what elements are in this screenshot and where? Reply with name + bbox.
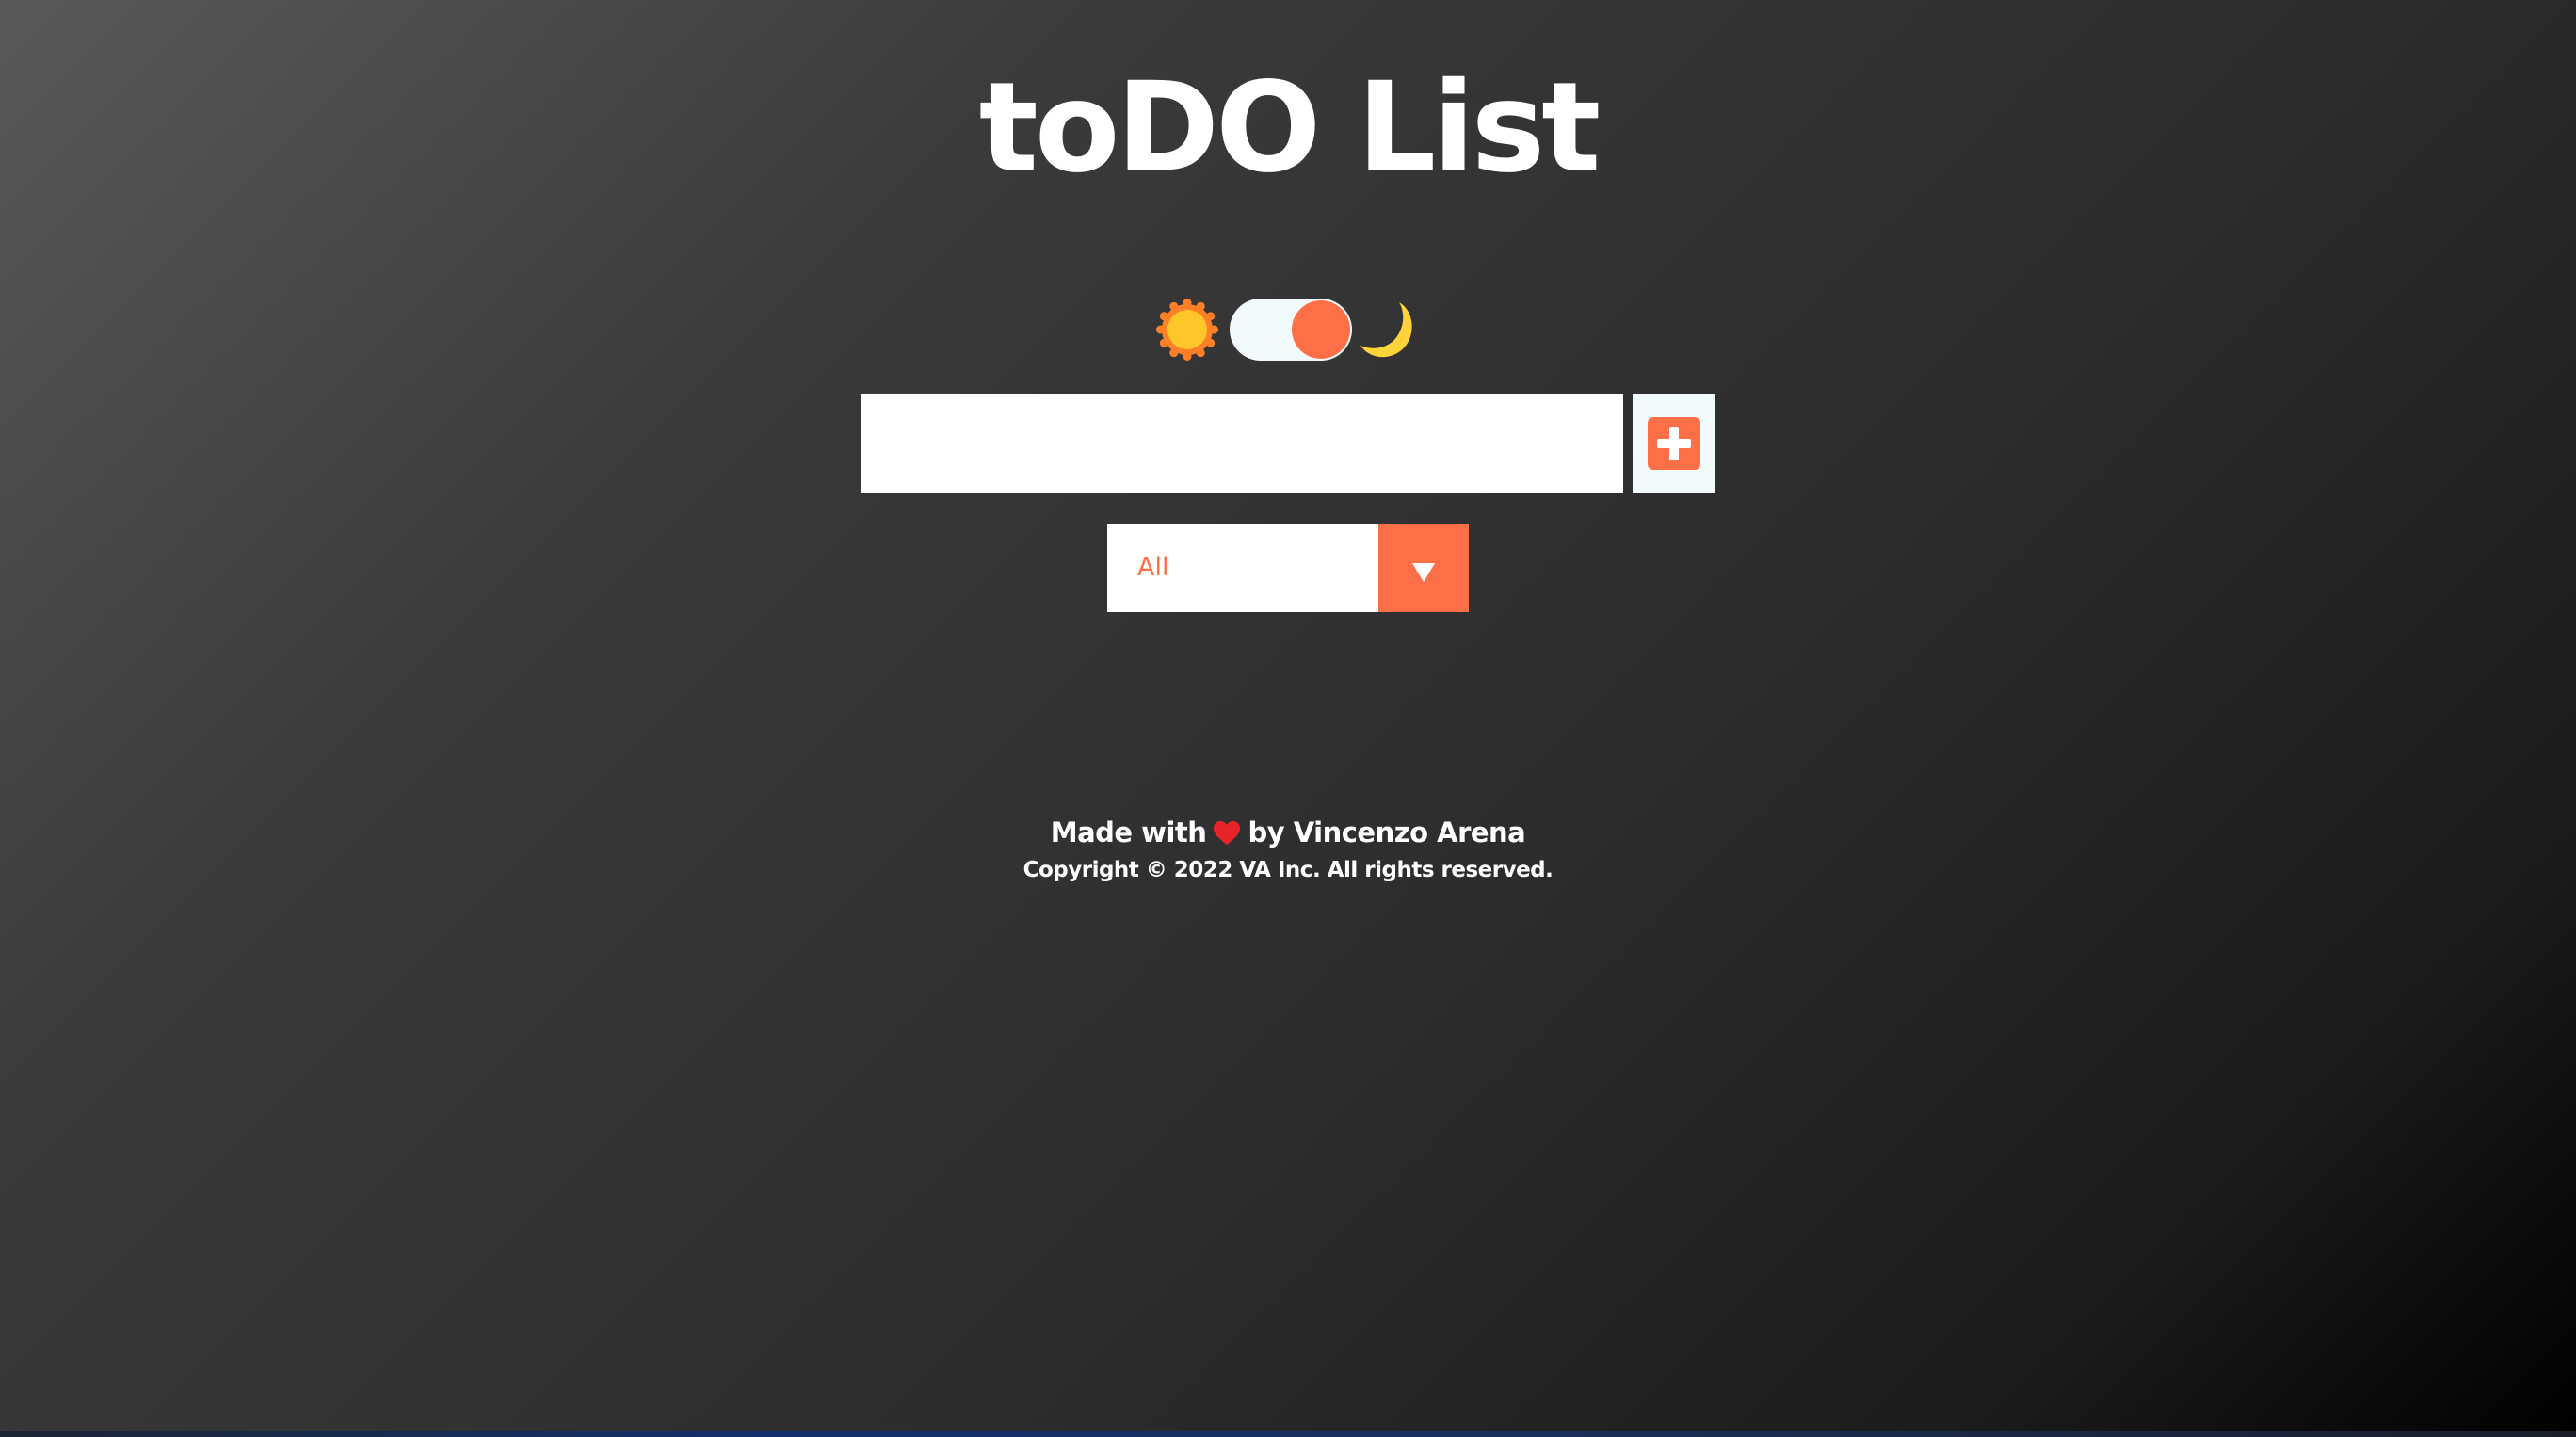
made-with-text: Made with [1050, 816, 1207, 848]
heart-icon [1214, 821, 1241, 845]
bottom-strip [0, 1431, 2576, 1437]
add-todo-button[interactable] [1633, 394, 1715, 493]
chevron-down-icon [1412, 563, 1435, 582]
copyright-text: Copyright © 2022 VA Inc. All rights rese… [1022, 858, 1554, 882]
plus-icon [1648, 417, 1700, 470]
filter-dropdown-button[interactable] [1378, 524, 1469, 612]
theme-switch [1156, 297, 1420, 363]
todo-form [861, 394, 1715, 493]
filter-select[interactable]: All [1107, 524, 1469, 612]
footer-credit: Made with by Vincenzo Arena [0, 812, 2576, 853]
theme-toggle[interactable] [1230, 299, 1352, 361]
page-title: toDO List [978, 56, 1602, 201]
footer: Made with by Vincenzo Arena Copyright © 2… [0, 812, 2576, 887]
author-text: by Vincenzo Arena [1248, 816, 1526, 848]
sun-icon [1156, 299, 1218, 361]
moon-icon [1360, 302, 1412, 358]
filter-selected-value: All [1137, 553, 1169, 582]
todo-input[interactable] [861, 394, 1623, 493]
toggle-knob [1292, 300, 1350, 359]
